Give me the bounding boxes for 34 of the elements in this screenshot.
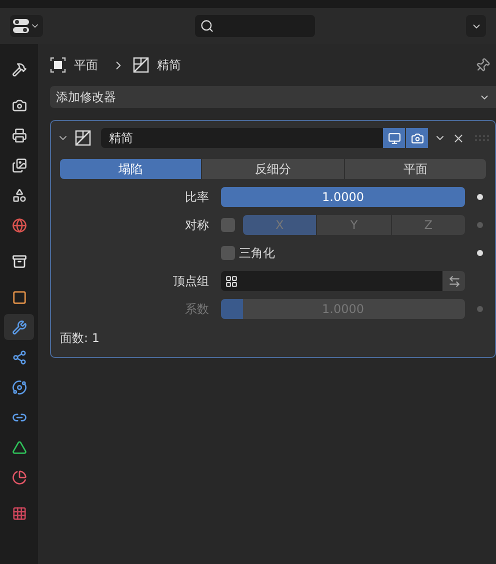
search-field[interactable] <box>194 15 314 37</box>
drag-handle-icon[interactable] <box>475 135 489 141</box>
monitor-icon <box>388 132 400 144</box>
mode-tab[interactable]: 反细分 <box>202 159 344 179</box>
face-count: 面数: 1 <box>60 330 100 347</box>
camera-icon <box>410 132 424 144</box>
properties-tab[interactable] <box>4 314 34 340</box>
render-toggle[interactable] <box>406 128 428 148</box>
swap-icon <box>448 274 460 288</box>
vertex-group-field[interactable] <box>221 271 442 291</box>
add-modifier-dropdown[interactable]: 添加修改器 <box>50 86 496 108</box>
viewport-toggle[interactable] <box>383 128 405 148</box>
decimate-icon <box>133 57 149 73</box>
field-label: 比率 <box>184 189 210 206</box>
close-icon[interactable] <box>452 132 465 144</box>
object-icon <box>50 57 66 73</box>
vertex-group-icon <box>225 274 238 288</box>
field-label: 对称 <box>184 217 210 234</box>
field-label: 系数 <box>184 301 210 318</box>
breadcrumb-item: 精简 <box>157 57 181 74</box>
modifier-name-field[interactable]: 精简 <box>101 128 385 148</box>
checkbox[interactable] <box>221 246 235 260</box>
mode-tab[interactable]: 平面 <box>344 159 486 179</box>
options-button[interactable] <box>466 15 486 37</box>
checkbox-label: 三角化 <box>239 245 276 262</box>
editor-type-button[interactable] <box>10 15 43 37</box>
breadcrumb-item: 平面 <box>74 57 98 74</box>
invert-button[interactable] <box>443 271 465 291</box>
decimate-icon <box>75 130 91 146</box>
toggle-icon <box>13 19 29 33</box>
mode-tab[interactable]: 塌陷 <box>60 159 202 179</box>
search-icon <box>200 19 214 33</box>
number-slider[interactable]: 1.0000 <box>221 187 465 207</box>
field-label: 顶点组 <box>172 273 210 290</box>
